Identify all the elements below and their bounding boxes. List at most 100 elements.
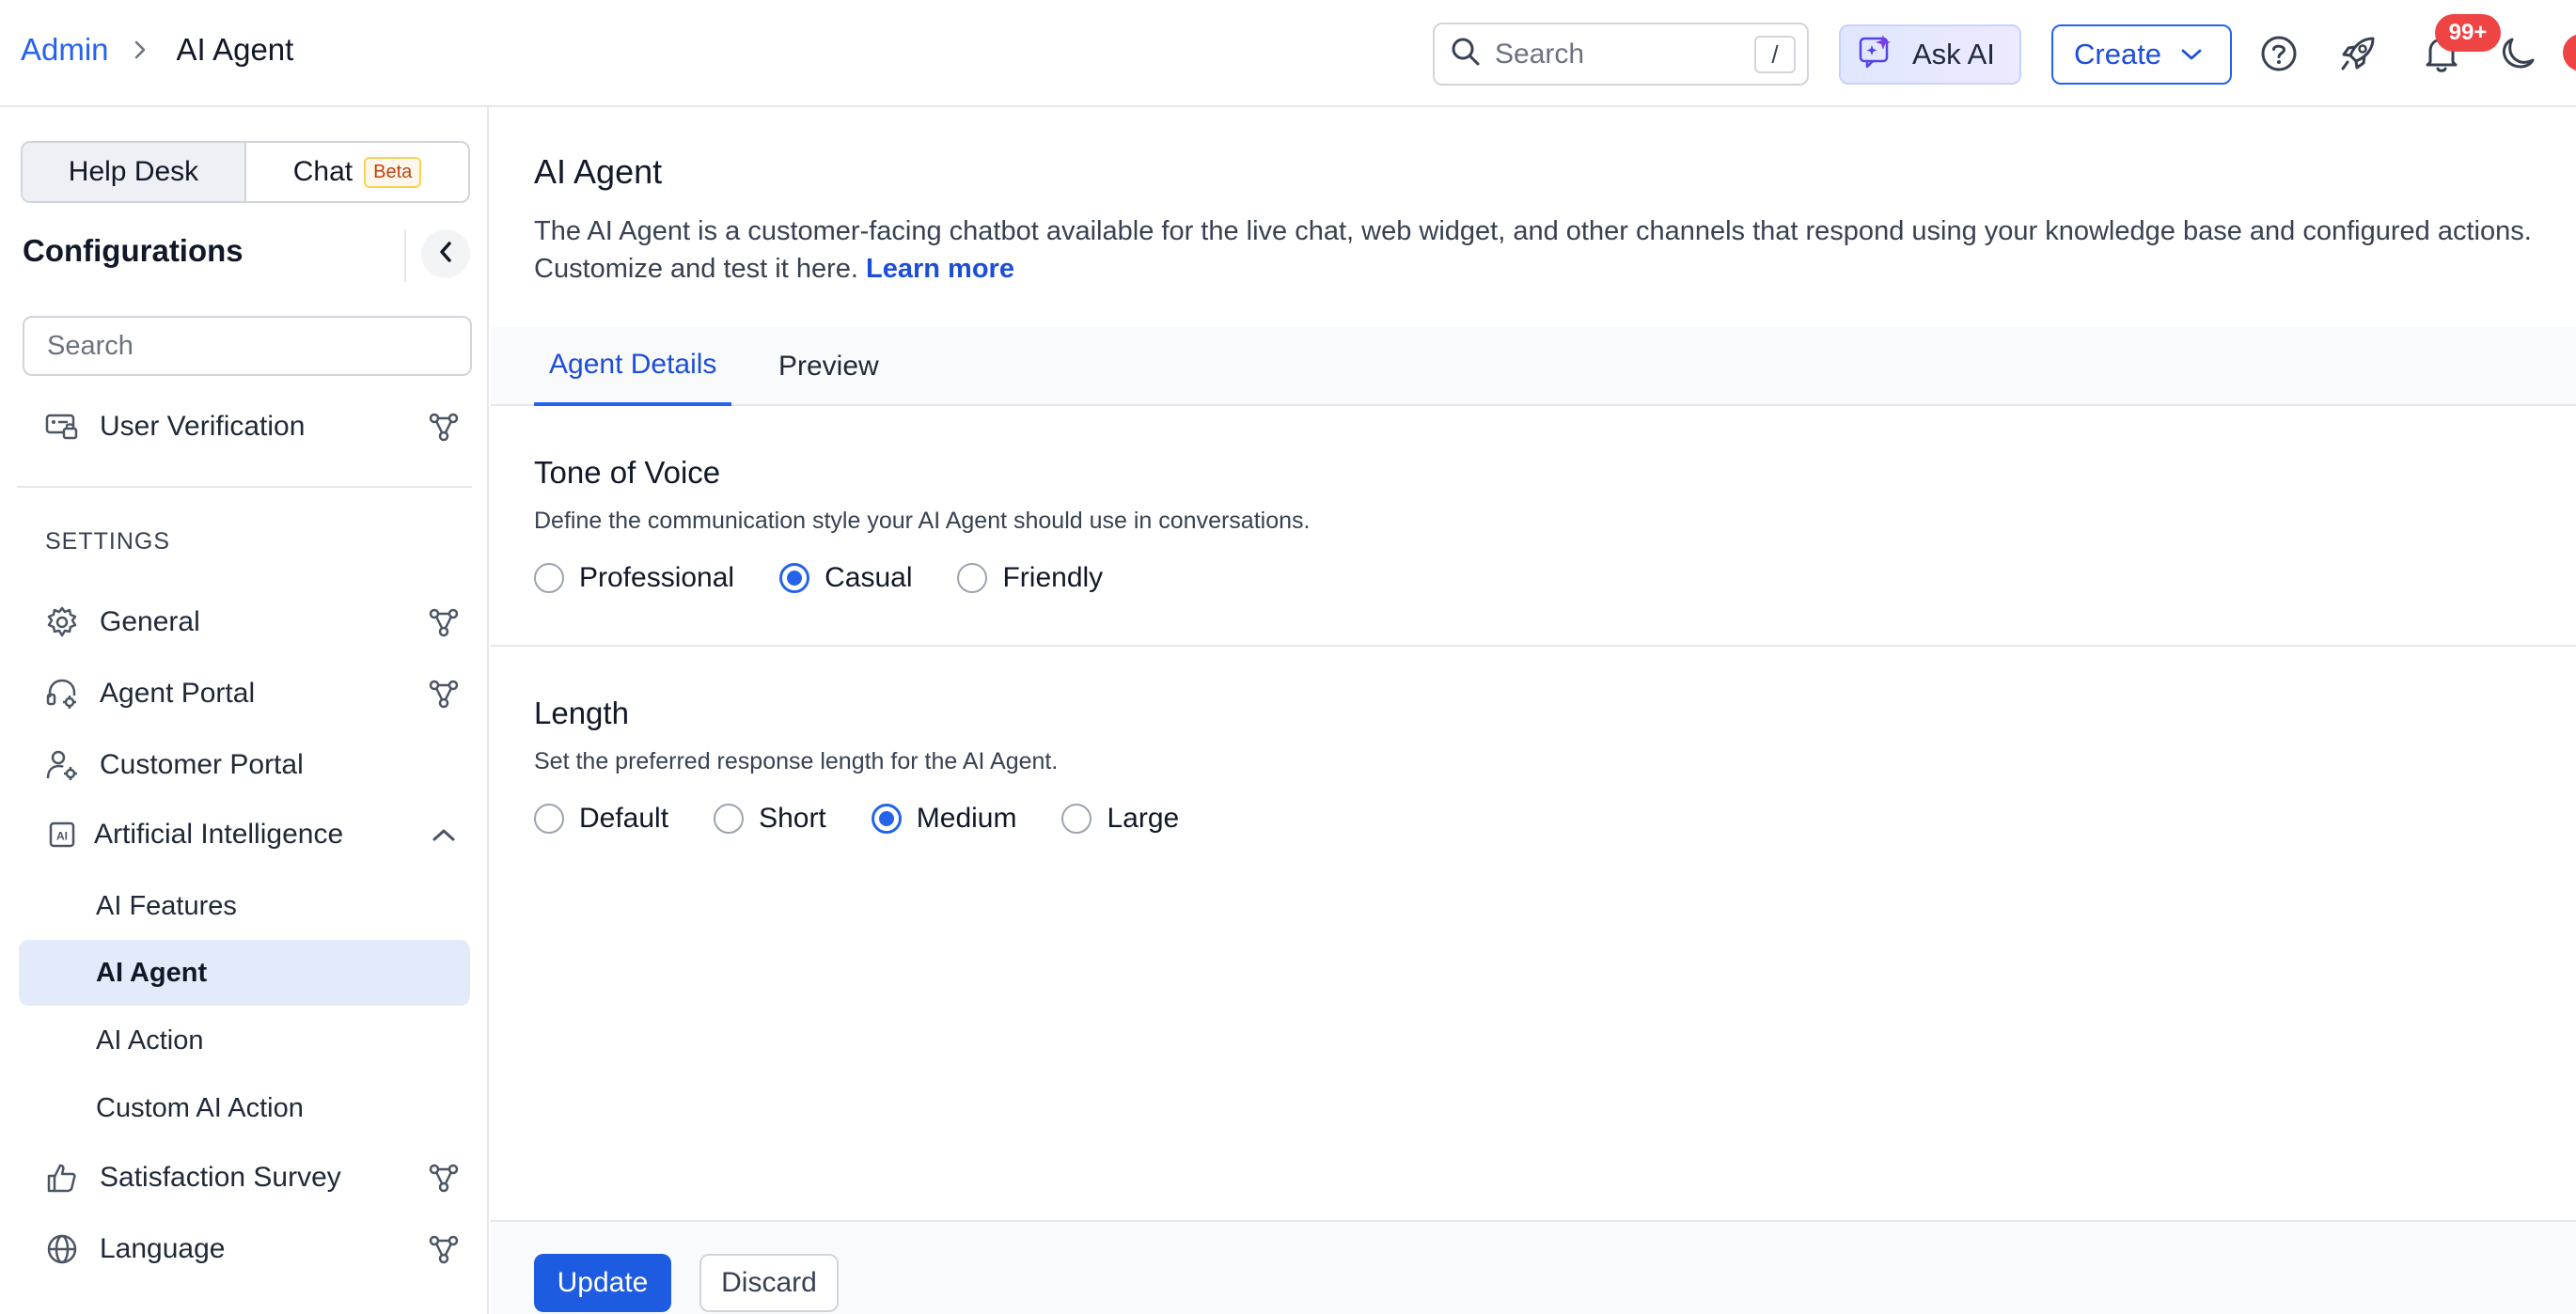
- segment-chat-label: Chat: [292, 156, 353, 187]
- settings-section-label: SETTINGS: [45, 528, 171, 555]
- sidebar-item-agent-portal[interactable]: Agent Portal: [41, 667, 464, 720]
- radio-circle[interactable]: [1061, 804, 1092, 834]
- sidebar-item-label: Language: [100, 1233, 226, 1264]
- length-subtitle: Set the preferred response length for th…: [534, 748, 1059, 774]
- radio-circle[interactable]: [957, 563, 988, 593]
- sidebar-item-label: User Verification: [100, 411, 306, 442]
- radio-label: Casual: [825, 562, 913, 593]
- radio-circle[interactable]: [534, 804, 564, 834]
- sidebar-item-label: Artificial Intelligence: [94, 819, 344, 850]
- radio-circle[interactable]: [714, 804, 745, 834]
- segment-chat[interactable]: Chat Beta: [246, 143, 468, 201]
- radio-label: Friendly: [1002, 562, 1104, 593]
- sidebar-search-input[interactable]: [23, 316, 472, 376]
- sidebar-item-satisfaction-survey[interactable]: Satisfaction Survey: [41, 1151, 464, 1204]
- search-icon: [1450, 36, 1482, 72]
- radio-medium[interactable]: Medium: [871, 803, 1017, 835]
- length-radio-group: Default Short Medium Large: [534, 803, 1224, 835]
- update-button[interactable]: Update: [534, 1254, 671, 1312]
- tab-label: Agent Details: [549, 349, 717, 380]
- sidebar-item-label: AI Action: [96, 1025, 204, 1056]
- page-description: The AI Agent is a customer-facing chatbo…: [534, 212, 2565, 288]
- radio-circle[interactable]: [779, 563, 810, 593]
- radio-casual[interactable]: Casual: [779, 562, 912, 594]
- search-shortcut-key: /: [1754, 36, 1796, 73]
- sidebar-item-ai-action[interactable]: AI Action: [19, 1008, 470, 1073]
- breadcrumb: Admin AI Agent: [21, 32, 293, 68]
- radio-short[interactable]: Short: [714, 803, 826, 835]
- discard-button[interactable]: Discard: [699, 1254, 839, 1312]
- radio-default[interactable]: Default: [534, 803, 668, 835]
- tab-preview[interactable]: Preview: [778, 327, 879, 406]
- radio-large[interactable]: Large: [1061, 803, 1179, 835]
- sidebar-item-ai-agent[interactable]: AI Agent: [19, 940, 470, 1006]
- workflow-icon: [423, 406, 464, 447]
- global-search-input[interactable]: [1495, 38, 1749, 70]
- headset-gear-icon: [41, 673, 83, 714]
- sidebar-item-label: AI Features: [96, 890, 237, 921]
- gear-icon: [41, 602, 83, 643]
- ai-sparkle-icon: [1858, 32, 1895, 77]
- sidebar-item-ai-features[interactable]: AI Features: [19, 873, 470, 939]
- page-description-text: The AI Agent is a customer-facing chatbo…: [534, 216, 2532, 284]
- tone-heading: Tone of Voice: [534, 455, 721, 490]
- sidebar-item-language[interactable]: Language: [41, 1223, 464, 1275]
- sidebar-item-label: AI Agent: [96, 957, 208, 988]
- learn-more-link[interactable]: Learn more: [866, 254, 1014, 284]
- beta-badge: Beta: [364, 156, 422, 188]
- sidebar-item-label: Custom AI Action: [96, 1092, 304, 1123]
- main-content: AI Agent The AI Agent is a customer-faci…: [491, 107, 2576, 1314]
- radio-circle[interactable]: [871, 804, 902, 834]
- chevron-down-icon: [2180, 47, 2203, 62]
- moon-icon[interactable]: [2497, 32, 2540, 75]
- title-divider: [404, 229, 406, 282]
- chevron-right-icon: [130, 39, 150, 60]
- sidebar: Help Desk Chat Beta Configurations User …: [0, 107, 489, 1314]
- section-divider: [491, 645, 2576, 647]
- breadcrumb-current: AI Agent: [176, 32, 294, 67]
- radio-label: Short: [759, 803, 826, 834]
- chevron-up-icon[interactable]: [423, 814, 464, 855]
- tabs-bar: Agent Details Preview: [491, 327, 2576, 406]
- ai-icon: AI: [41, 814, 83, 855]
- radio-friendly[interactable]: Friendly: [957, 562, 1103, 594]
- sidebar-item-custom-ai-action[interactable]: Custom AI Action: [19, 1075, 470, 1141]
- ask-ai-button[interactable]: Ask AI: [1839, 24, 2021, 85]
- sidebar-item-artificial-intelligence[interactable]: AI Artificial Intelligence: [41, 808, 464, 861]
- sidebar-item-label: General: [100, 606, 200, 637]
- sidebar-title: Configurations: [23, 233, 243, 268]
- rocket-icon[interactable]: [2336, 32, 2380, 75]
- user-verification-icon: [41, 406, 83, 447]
- sidebar-item-user-verification[interactable]: User Verification: [41, 400, 464, 453]
- radio-label: Professional: [579, 562, 735, 593]
- radio-label: Medium: [916, 803, 1017, 834]
- globe-icon: [41, 1228, 83, 1270]
- page-title: AI Agent: [534, 152, 663, 191]
- workflow-icon: [423, 1228, 464, 1270]
- chevron-left-icon: [436, 240, 455, 269]
- radio-professional[interactable]: Professional: [534, 562, 734, 594]
- global-search[interactable]: /: [1433, 23, 1809, 86]
- segment-help-desk[interactable]: Help Desk: [23, 143, 246, 201]
- workflow-icon: [423, 673, 464, 714]
- tab-agent-details[interactable]: Agent Details: [534, 327, 732, 406]
- tone-subtitle: Define the communication style your AI A…: [534, 508, 1311, 534]
- product-switcher: Help Desk Chat Beta: [21, 141, 470, 203]
- radio-label: Large: [1107, 803, 1180, 834]
- sidebar-item-label: Agent Portal: [100, 678, 256, 709]
- sidebar-item-label: Satisfaction Survey: [100, 1162, 341, 1193]
- radio-circle[interactable]: [534, 563, 564, 593]
- segment-help-desk-label: Help Desk: [68, 156, 199, 187]
- sidebar-item-general[interactable]: General: [41, 596, 464, 649]
- workflow-icon: [423, 602, 464, 643]
- form-footer: Update Discard: [491, 1220, 2576, 1314]
- collapse-sidebar-button[interactable]: [421, 229, 470, 278]
- breadcrumb-admin-link[interactable]: Admin: [21, 32, 109, 68]
- svg-text:AI: AI: [56, 830, 68, 843]
- help-icon[interactable]: [2257, 32, 2301, 75]
- ask-ai-label: Ask AI: [1912, 38, 1995, 70]
- create-button[interactable]: Create: [2051, 24, 2232, 85]
- sidebar-item-customer-portal[interactable]: Customer Portal: [41, 739, 464, 791]
- notification-badge: 99+: [2435, 14, 2501, 52]
- avatar[interactable]: [2563, 34, 2576, 71]
